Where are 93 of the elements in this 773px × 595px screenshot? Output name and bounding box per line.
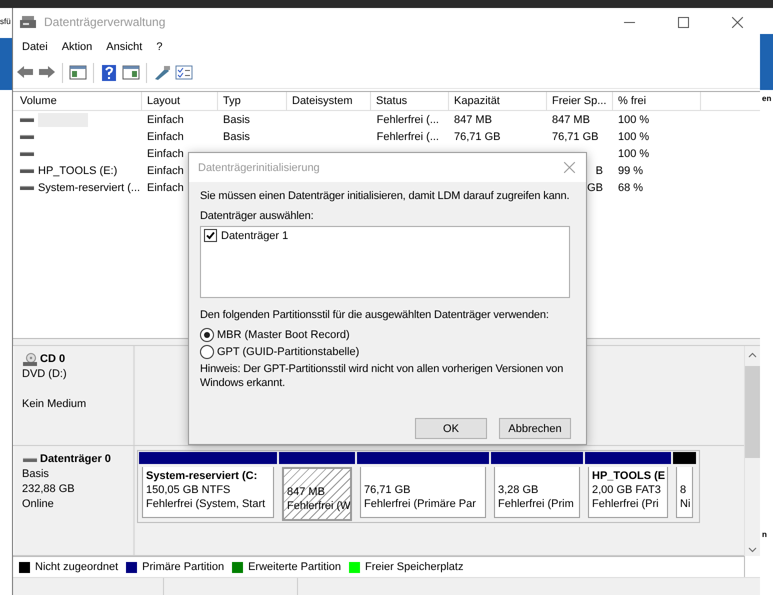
scroll-thumb[interactable] xyxy=(745,366,760,458)
table-cell: System-reserviert (... xyxy=(38,182,140,194)
maximize-icon xyxy=(678,16,688,28)
legend-label: Freier Speicherplatz xyxy=(365,561,464,573)
close-icon xyxy=(564,162,574,173)
partition-size: 76,71 GB xyxy=(364,483,412,498)
dialog-text: Sie müssen einen Datenträger initialisieren, damit LDM darauf zugreifen kann. xyxy=(200,190,570,202)
background-window-text: en xyxy=(762,94,772,103)
radio-label[interactable]: MBR (Master Boot Record) xyxy=(217,328,350,340)
partition-status: Ni xyxy=(680,497,692,512)
partition-size: 150,05 GB NTFS xyxy=(146,483,232,498)
radio-button[interactable] xyxy=(200,344,214,358)
scroll-up-icon[interactable] xyxy=(748,352,757,358)
ok-button[interactable]: OK xyxy=(415,418,487,439)
table-cell: Einfach xyxy=(147,114,184,126)
scrollbar[interactable] xyxy=(744,346,760,556)
drive-icon xyxy=(20,150,34,156)
panel-icon[interactable] xyxy=(69,64,87,82)
partition-title: System-reserviert (C: xyxy=(146,469,258,484)
table-cell: 100 % xyxy=(618,148,650,160)
disk-name: CD 0 xyxy=(40,352,66,367)
help-icon[interactable] xyxy=(100,64,118,82)
legend-label: Primäre Partition xyxy=(142,561,224,573)
partition-block[interactable]: 3,28 GB Fehlerfrei (Prim xyxy=(494,467,580,518)
table-cell: Fehlerfrei (... xyxy=(376,114,439,126)
table-cell: HP_TOOLS (E:) xyxy=(38,164,118,176)
radio-label[interactable]: GPT (GUID-Partitionstabelle) xyxy=(217,346,360,358)
background-window-text: sfü xyxy=(0,17,11,26)
field-label: Datenträger auswählen: xyxy=(200,210,314,222)
table-cell: Fehlerfrei (... xyxy=(376,130,439,142)
pen-icon[interactable] xyxy=(153,64,171,82)
dialog-note: Hinweis: Der GPT-Partitionsstil wird nicht von allen vorherigen Versionen von Windows erkannt. xyxy=(200,362,564,390)
partition-status: Fehlerfrei (Pri xyxy=(592,497,660,512)
partition-status: Fehlerfrei (System, Start xyxy=(146,497,266,512)
table-cell: 847 MB xyxy=(454,114,492,126)
drive-icon xyxy=(20,168,34,174)
panel-icon[interactable] xyxy=(122,64,140,82)
drive-icon xyxy=(20,184,34,190)
table-cell: 76,71 GB xyxy=(552,130,598,142)
partition-block[interactable]: 8 Ni xyxy=(676,467,693,518)
drive-icon xyxy=(20,134,34,140)
partition-status: Fehlerfrei (Prim xyxy=(498,497,575,512)
partition-size: 3,28 GB xyxy=(498,483,540,498)
cancel-button[interactable]: Abbrechen xyxy=(499,418,571,439)
disk-size: 232,88 GB xyxy=(22,482,76,498)
menu-item[interactable]: Ansicht xyxy=(99,39,150,55)
table-cell: GB xyxy=(587,182,603,194)
partition-block[interactable]: HP_TOOLS (E 2,00 GB FAT3 Fehlerfrei (Pri xyxy=(588,467,668,518)
table-cell: 847 MB xyxy=(552,114,590,126)
disk-type: DVD (D:) xyxy=(22,367,68,382)
background-window-text: n xyxy=(762,530,767,539)
partition-title: HP_TOOLS (E xyxy=(592,469,666,484)
legend-label: Erweiterte Partition xyxy=(248,561,342,573)
table-cell: B xyxy=(596,164,603,176)
checkbox[interactable] xyxy=(204,229,217,242)
legend-label: Nicht zugeordnet xyxy=(35,561,118,573)
partition-bar xyxy=(673,452,696,464)
disk-name: Datenträger 0 xyxy=(40,452,111,468)
partition-block[interactable]: 76,71 GB Fehlerfrei (Primäre Par xyxy=(360,467,486,518)
table-cell: Einfach xyxy=(147,148,184,160)
drive-icon xyxy=(20,116,34,122)
partition-block[interactable]: System-reserviert (C: 150,05 GB NTFS Fehlerfrei (System, Start xyxy=(142,467,274,518)
table-cell: Einfach xyxy=(147,182,184,194)
table-cell: 100 % xyxy=(618,130,650,142)
menu-item[interactable]: Datei xyxy=(15,39,55,55)
field-label: Den folgenden Partitionsstil für die ausgewählten Datenträger verwenden: xyxy=(200,309,550,321)
cd-drive-icon xyxy=(22,352,38,366)
window-title: Datenträgerverwaltung xyxy=(44,15,166,29)
partition-size: 847 MB xyxy=(287,485,326,500)
table-cell: 68 % xyxy=(618,182,644,194)
menu-item[interactable]: ? xyxy=(149,39,170,55)
partition-size: 8 xyxy=(680,483,688,498)
disk-status: Online xyxy=(22,497,55,512)
menu-item[interactable]: Aktion xyxy=(54,39,100,55)
partition-size: 2,00 GB FAT3 xyxy=(592,483,662,498)
disk-status: Kein Medium xyxy=(22,397,88,412)
table-cell: 100 % xyxy=(618,114,650,126)
scroll-down-icon[interactable] xyxy=(748,547,757,553)
checklist-icon[interactable] xyxy=(175,64,193,82)
table-cell: Basis xyxy=(223,114,250,126)
table-cell: 99 % xyxy=(618,164,644,176)
table-cell: Basis xyxy=(223,130,250,142)
close-icon xyxy=(732,16,742,28)
list-item[interactable]: Datenträger 1 xyxy=(221,230,288,242)
disk-type: Basis xyxy=(22,467,50,482)
app-icon xyxy=(20,15,36,29)
table-cell: 76,71 GB xyxy=(454,130,500,142)
table-cell: Einfach xyxy=(147,164,184,176)
dialog-title: Datenträgerinitialisierung xyxy=(198,162,321,174)
partition-status: Fehlerfrei (Primäre Par xyxy=(364,497,477,512)
radio-button[interactable] xyxy=(200,328,214,342)
table-cell: Einfach xyxy=(147,130,184,142)
disk-list[interactable]: Datenträger 1 xyxy=(200,226,570,298)
